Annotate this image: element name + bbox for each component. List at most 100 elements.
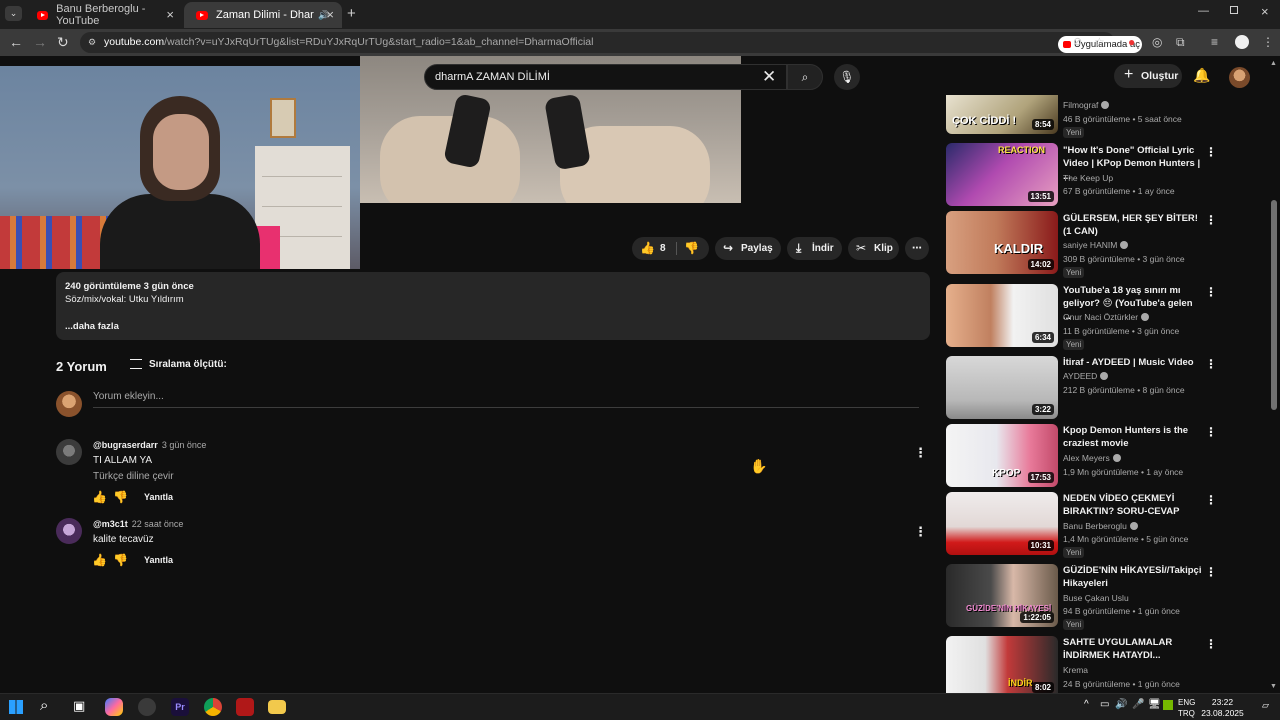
- media-controls-icon[interactable]: ≡: [1211, 35, 1218, 49]
- channel-name[interactable]: Onur Naci Öztürkler: [1063, 312, 1150, 322]
- clear-search-icon[interactable]: ✕: [762, 67, 776, 87]
- file-explorer-icon[interactable]: [268, 700, 286, 714]
- page-scrollbar[interactable]: [1271, 200, 1277, 410]
- account-avatar[interactable]: [1229, 67, 1250, 88]
- video-thumbnail[interactable]: KALDIR 14:02: [946, 211, 1058, 274]
- search-input[interactable]: dharmA ZAMAN DİLİMİ: [424, 64, 787, 90]
- channel-name[interactable]: Filmograf: [1063, 100, 1110, 110]
- video-menu-icon[interactable]: ⋮: [1205, 285, 1217, 299]
- channel-name[interactable]: AYDEED: [1063, 371, 1109, 381]
- video-thumbnail[interactable]: KPOP 17:53: [946, 424, 1058, 487]
- commenter-avatar[interactable]: [56, 439, 82, 465]
- voice-search-button[interactable]: 🎙: [834, 64, 860, 90]
- channel-name[interactable]: Krema: [1063, 665, 1088, 675]
- new-tab-button[interactable]: +: [347, 5, 356, 22]
- close-tab-icon[interactable]: ×: [166, 7, 174, 22]
- more-actions-button[interactable]: ⋯: [905, 237, 929, 260]
- extension-red-icon[interactable]: ●: [1128, 35, 1135, 49]
- video-title[interactable]: SAHTE UYGULAMALAR İNDİRMEK HATAYDI...: [1063, 636, 1203, 662]
- tab-search-button[interactable]: ⌄: [5, 6, 22, 21]
- nvidia-icon[interactable]: [1163, 700, 1173, 710]
- site-info-icon[interactable]: ⚙: [88, 32, 96, 53]
- commenter-avatar[interactable]: [56, 518, 82, 544]
- windows-start-icon[interactable]: [9, 700, 23, 714]
- comment-like-icon[interactable]: 👍: [92, 553, 107, 567]
- video-title[interactable]: İtiraf - AYDEED | Music Video: [1063, 356, 1203, 369]
- notification-center-icon[interactable]: ▱: [1262, 700, 1269, 711]
- channel-name[interactable]: saniye HANIM: [1063, 240, 1129, 250]
- tray-app-icon[interactable]: ▭: [1100, 699, 1109, 710]
- comment-username[interactable]: @bugraserdarr: [93, 440, 158, 450]
- add-comment-input[interactable]: Yorum ekleyin...: [93, 390, 919, 408]
- dislike-button[interactable]: 👎: [684, 237, 699, 260]
- voicemeeter-icon[interactable]: [236, 698, 254, 716]
- profile-icon[interactable]: [1235, 35, 1249, 49]
- channel-name[interactable]: Alex Meyers: [1063, 453, 1121, 463]
- comment-dislike-icon[interactable]: 👎: [113, 490, 128, 504]
- video-menu-icon[interactable]: ⋮: [1205, 425, 1217, 439]
- browser-menu-icon[interactable]: ⋮: [1262, 35, 1274, 49]
- clip-button[interactable]: ✂ Klip: [848, 237, 899, 260]
- create-button[interactable]: Oluştur: [1114, 63, 1182, 88]
- show-more-link[interactable]: ...daha fazla: [65, 320, 921, 333]
- channel-name[interactable]: Banu Berberoglu: [1063, 521, 1138, 531]
- video-menu-icon[interactable]: ⋮: [1205, 493, 1217, 507]
- bookmark-star-icon[interactable]: ☆: [1094, 32, 1105, 53]
- premiere-pro-icon[interactable]: Pr: [171, 698, 189, 716]
- eye-slash-icon[interactable]: ⊘: [1073, 32, 1082, 53]
- tray-chevron-icon[interactable]: ^: [1084, 699, 1089, 710]
- tab-zaman-dilimi[interactable]: Zaman Dilimi - Dharma (Off 🔊 ×: [184, 2, 342, 28]
- extension-icon[interactable]: ◎: [1152, 35, 1162, 49]
- comment-like-icon[interactable]: 👍: [92, 490, 107, 504]
- video-thumbnail[interactable]: ÇOK CİDDİ ! 8:54: [946, 95, 1058, 134]
- scroll-up-arrow-icon[interactable]: ▲: [1270, 60, 1277, 67]
- video-menu-icon[interactable]: ⋮: [1205, 565, 1217, 579]
- comment-menu-icon[interactable]: ⋮: [914, 524, 927, 540]
- video-thumbnail[interactable]: İNDİR 8:02: [946, 636, 1058, 693]
- app-icon[interactable]: [138, 698, 156, 716]
- reply-button[interactable]: Yanıtla: [144, 492, 173, 502]
- forward-arrow-icon[interactable]: →: [33, 34, 47, 50]
- close-tab-icon[interactable]: ×: [326, 7, 334, 22]
- back-arrow-icon[interactable]: ←: [9, 34, 23, 50]
- reply-button[interactable]: Yanıtla: [144, 555, 173, 565]
- comment-dislike-icon[interactable]: 👎: [113, 553, 128, 567]
- volume-icon[interactable]: 🔊: [1115, 699, 1127, 710]
- channel-name[interactable]: The Keep Up: [1063, 173, 1113, 183]
- video-menu-icon[interactable]: ⋮: [1205, 213, 1217, 227]
- task-view-icon[interactable]: ▣: [73, 698, 85, 714]
- minimize-window-button[interactable]: —: [1198, 5, 1209, 17]
- close-window-button[interactable]: ×: [1261, 4, 1269, 19]
- scroll-down-arrow-icon[interactable]: ▼: [1270, 683, 1277, 690]
- video-title[interactable]: Kpop Demon Hunters is the craziest movie: [1063, 424, 1203, 450]
- copilot-icon[interactable]: [105, 698, 123, 716]
- comment-time[interactable]: 3 gün önce: [162, 440, 207, 450]
- comment-time[interactable]: 22 saat önce: [132, 519, 184, 529]
- video-thumbnail[interactable]: 3:22: [946, 356, 1058, 419]
- video-thumbnail[interactable]: 6:34: [946, 284, 1058, 347]
- video-thumbnail[interactable]: REACTION 13:51: [946, 143, 1058, 206]
- video-title[interactable]: GÜLERSEM, HER ŞEY BİTER! (1 CAN): [1063, 212, 1203, 238]
- video-title[interactable]: NEDEN VİDEO ÇEKMEYİ BIRAKTIN? SORU-CEVAP: [1063, 492, 1203, 518]
- search-icon[interactable]: ⌕: [40, 697, 48, 714]
- video-title[interactable]: GÜZİDE'NİN HİKAYESİ//Takipçi Hikayeleri: [1063, 564, 1203, 590]
- share-button[interactable]: ↪ Paylaş: [715, 237, 781, 260]
- puzzle-extensions-icon[interactable]: ⧉: [1176, 35, 1185, 50]
- video-menu-icon[interactable]: ⋮: [1205, 637, 1217, 651]
- sort-by-button[interactable]: Sıralama ölçütü:: [130, 358, 227, 371]
- reload-icon[interactable]: ↻: [57, 34, 69, 51]
- network-icon[interactable]: 🖥: [1148, 699, 1161, 710]
- video-menu-icon[interactable]: ⋮: [1205, 357, 1217, 371]
- channel-name[interactable]: Buse Çakan Uslu: [1063, 593, 1129, 603]
- translate-link[interactable]: Türkçe diline çevir: [93, 471, 174, 482]
- comment-author[interactable]: @bugraserdarr 3 gün önce: [93, 440, 206, 450]
- comment-menu-icon[interactable]: ⋮: [914, 445, 927, 461]
- input-language[interactable]: ENG TRQ: [1178, 697, 1195, 719]
- restore-window-button[interactable]: [1230, 6, 1238, 14]
- download-button[interactable]: ⤓ İndir: [787, 237, 842, 260]
- comment-author[interactable]: @m3c1t 22 saat önce: [93, 519, 183, 529]
- url-field[interactable]: ⚙ youtube.com/watch?v=uYJxRqUrTUg&list=R…: [80, 32, 1142, 53]
- like-button[interactable]: 👍 8: [640, 237, 680, 260]
- video-menu-icon[interactable]: ⋮: [1205, 145, 1217, 159]
- video-thumbnail[interactable]: 10:31: [946, 492, 1058, 555]
